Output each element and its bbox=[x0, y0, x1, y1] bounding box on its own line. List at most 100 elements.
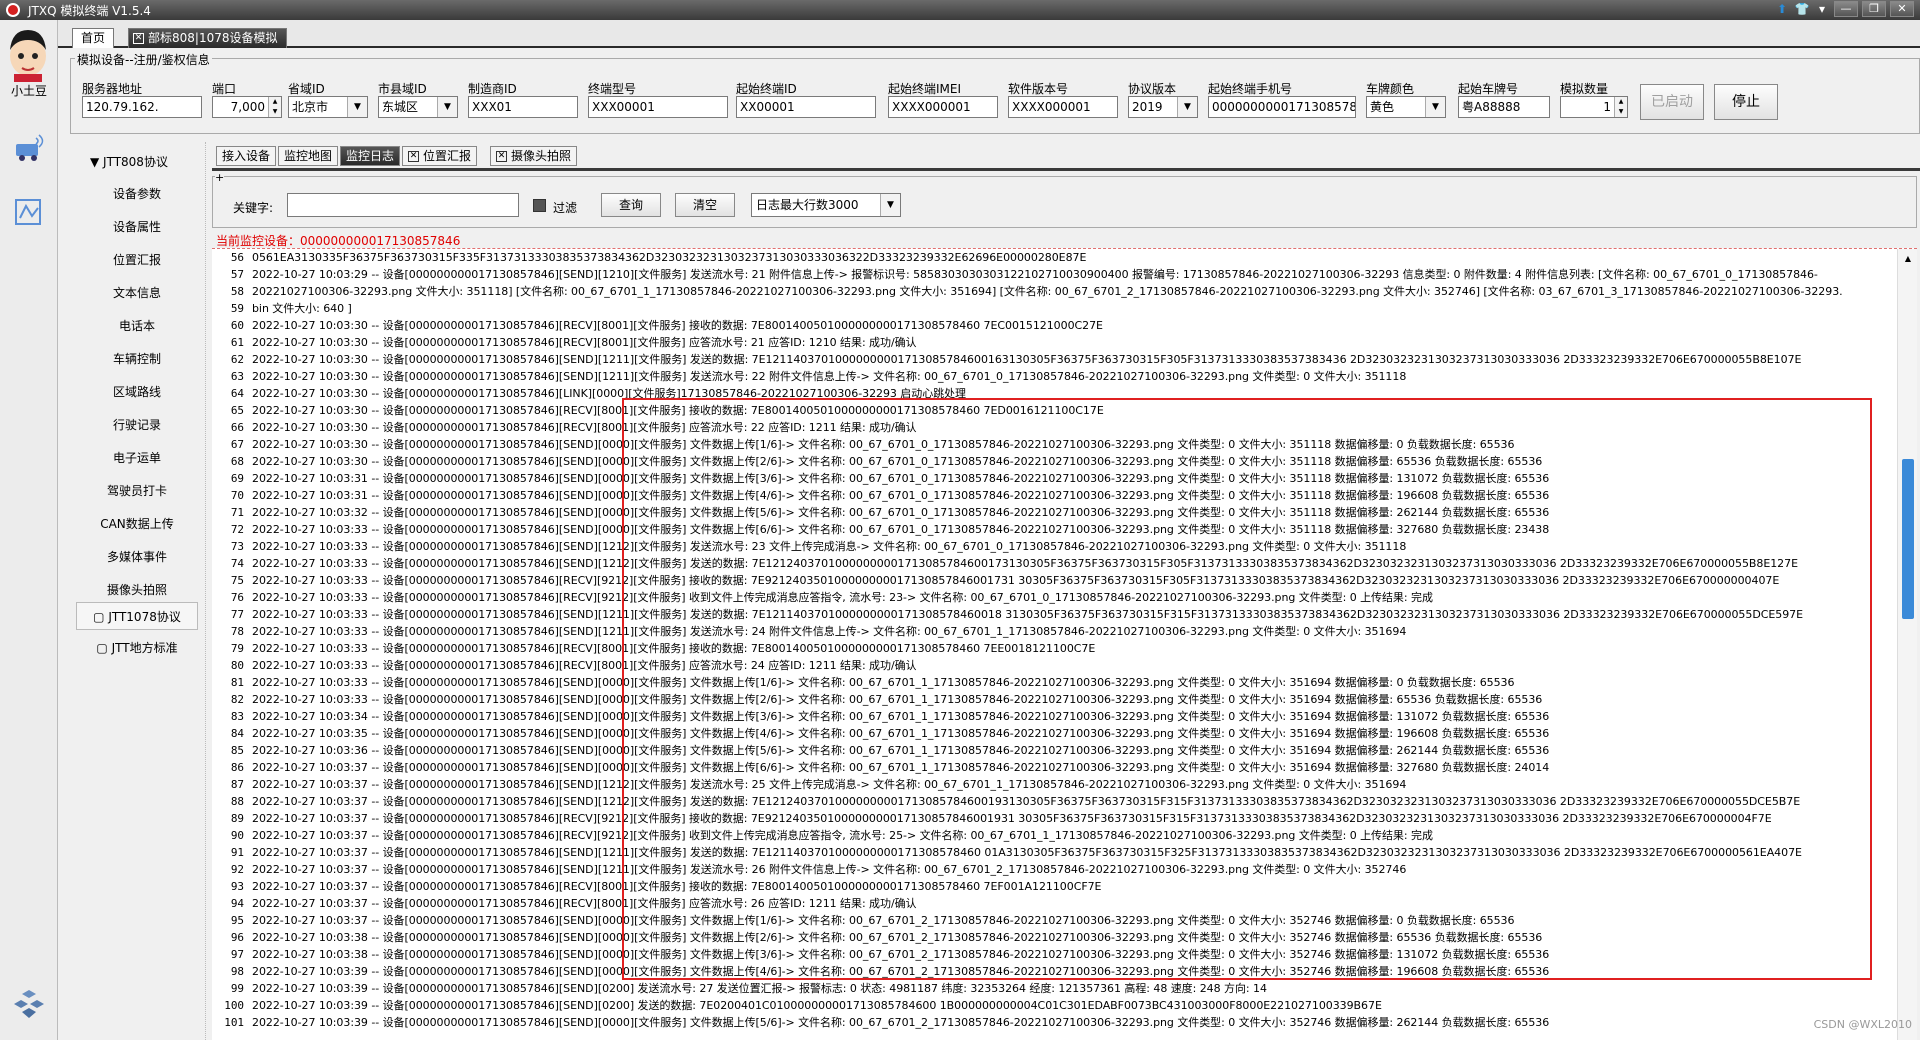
skin-icon[interactable]: 👕 bbox=[1794, 1, 1810, 17]
chevron-down-icon[interactable]: ▼ bbox=[347, 97, 367, 117]
close-tab-icon[interactable]: ✕ bbox=[408, 151, 419, 162]
register-input[interactable]: XXXX000001 bbox=[888, 96, 998, 118]
log-text: 2022-10-27 10:03:32 -- 设备[00000000001713… bbox=[252, 506, 1550, 519]
scroll-up-icon[interactable]: ▲ bbox=[1900, 251, 1916, 267]
expand-icon[interactable]: + bbox=[215, 171, 225, 184]
protocol-item[interactable]: 设备参数 bbox=[76, 180, 198, 208]
register-input[interactable]: XXX00001 bbox=[588, 96, 728, 118]
register-input[interactable]: XXXX000001 bbox=[1008, 96, 1118, 118]
register-field: 起始终端手机号 000000000017130857846 bbox=[1208, 80, 1356, 118]
log-row: 98 2022-10-27 10:03:39 -- 设备[000000000017… bbox=[212, 963, 1892, 980]
max-rows-select[interactable]: 日志最大行数3000 ▼ bbox=[751, 193, 901, 217]
register-input[interactable]: XX00001 bbox=[736, 96, 876, 118]
register-select[interactable]: 2019 ▼ bbox=[1128, 96, 1198, 118]
protocol-item[interactable]: 行驶记录 bbox=[76, 411, 198, 439]
register-select[interactable]: 黄色 ▼ bbox=[1366, 96, 1446, 118]
pin-icon[interactable]: ⬆ bbox=[1774, 1, 1790, 17]
chevron-down-icon[interactable]: ▼ bbox=[880, 194, 900, 216]
scroll-thumb[interactable] bbox=[1902, 459, 1914, 619]
tab-device-sim[interactable]: ✕ 部标808|1078设备模拟 bbox=[128, 28, 287, 48]
spinner-icon[interactable]: ▲ ▼ bbox=[1614, 97, 1627, 117]
log-row: 97 2022-10-27 10:03:38 -- 设备[000000000017… bbox=[212, 946, 1892, 963]
register-input[interactable]: 1 ▲ ▼ bbox=[1560, 96, 1628, 118]
menu-icon[interactable]: ▾ bbox=[1814, 1, 1830, 17]
register-field: 终端型号 XXX00001 bbox=[588, 80, 728, 118]
log-line-number: 75 bbox=[230, 574, 244, 587]
register-field-value: 120.79.162. bbox=[86, 100, 159, 114]
log-text: 0561EA3130335F36375F363730315F335F313731… bbox=[252, 251, 1087, 264]
keyword-input[interactable] bbox=[287, 193, 519, 217]
log-line-number: 64 bbox=[230, 387, 244, 400]
protocol-item[interactable]: 电话本 bbox=[76, 312, 198, 340]
register-input[interactable]: XXX01 bbox=[468, 96, 578, 118]
log-row: 59 bin 文件大小: 640 ] bbox=[212, 300, 1892, 317]
log-text: 2022-10-27 10:03:39 -- 设备[00000000001713… bbox=[252, 999, 1382, 1012]
log-line-number: 87 bbox=[230, 778, 244, 791]
register-field-label: 起始车牌号 bbox=[1458, 82, 1519, 96]
tab-position-report[interactable]: ✕ 位置汇报 bbox=[402, 146, 478, 166]
spinner-icon[interactable]: ▲ ▼ bbox=[268, 97, 281, 117]
log-row: 56 0561EA3130335F36375F363730315F335F3137… bbox=[212, 249, 1892, 266]
tab-home[interactable]: 首页 bbox=[72, 28, 115, 48]
log-row: 90 2022-10-27 10:03:37 -- 设备[000000000017… bbox=[212, 827, 1892, 844]
avatar[interactable] bbox=[4, 26, 52, 82]
register-field-value: 2019 bbox=[1132, 100, 1163, 114]
register-select[interactable]: 北京市 ▼ bbox=[288, 96, 368, 118]
tab-monitor-map[interactable]: 监控地图 bbox=[278, 146, 339, 166]
register-field-label: 起始终端IMEI bbox=[888, 82, 962, 96]
log-line-number: 93 bbox=[230, 880, 244, 893]
register-input[interactable]: 000000000017130857846 bbox=[1208, 96, 1356, 118]
map-icon[interactable] bbox=[12, 196, 46, 228]
log-row: 83 2022-10-27 10:03:34 -- 设备[000000000017… bbox=[212, 708, 1892, 725]
jtt808-label: JTT808协议 bbox=[103, 155, 168, 169]
log-line-number: 88 bbox=[230, 795, 244, 808]
chevron-down-icon[interactable]: ▼ bbox=[437, 97, 457, 117]
protocol-item[interactable]: 驾驶员打卡 bbox=[76, 477, 198, 505]
protocol-item[interactable]: 位置汇报 bbox=[76, 246, 198, 274]
filter-checkbox[interactable] bbox=[533, 199, 546, 212]
log-line-number: 81 bbox=[230, 676, 244, 689]
protocol-item[interactable]: 区域路线 bbox=[76, 378, 198, 406]
tab-monitor-log[interactable]: 监控日志 bbox=[340, 146, 401, 166]
protocol-item[interactable]: 文本信息 bbox=[76, 279, 198, 307]
log-line-number: 70 bbox=[230, 489, 244, 502]
protocol-item[interactable]: 摄像头拍照 bbox=[76, 576, 198, 604]
tab-access-device[interactable]: 接入设备 bbox=[216, 146, 277, 166]
register-input[interactable]: 粤A88888 bbox=[1458, 96, 1550, 118]
started-button[interactable]: 已启动 bbox=[1640, 84, 1704, 120]
protocol-item[interactable]: 车辆控制 bbox=[76, 345, 198, 373]
jtt808-node[interactable]: ▼ JTT808协议 bbox=[76, 148, 198, 176]
register-select[interactable]: 东城区 ▼ bbox=[378, 96, 458, 118]
cubes-icon[interactable] bbox=[12, 988, 46, 1020]
log-row: 95 2022-10-27 10:03:37 -- 设备[000000000017… bbox=[212, 912, 1892, 929]
chevron-down-icon[interactable]: ▼ bbox=[1177, 97, 1197, 117]
restore-button[interactable]: ❐ bbox=[1862, 1, 1886, 17]
register-field-label: 模拟数量 bbox=[1560, 82, 1609, 96]
log-row: 96 2022-10-27 10:03:38 -- 设备[000000000017… bbox=[212, 929, 1892, 946]
vehicle-icon[interactable] bbox=[12, 132, 46, 164]
protocol-item[interactable]: CAN数据上传 bbox=[76, 510, 198, 538]
minimize-button[interactable]: — bbox=[1834, 1, 1858, 17]
log-row: 73 2022-10-27 10:03:33 -- 设备[000000000017… bbox=[212, 538, 1892, 555]
register-input[interactable]: 7,000 ▲ ▼ bbox=[212, 96, 282, 118]
protocol-item[interactable]: 设备属性 bbox=[76, 213, 198, 241]
close-tab-icon[interactable]: ✕ bbox=[496, 151, 507, 162]
chevron-down-icon[interactable]: ▼ bbox=[1425, 97, 1445, 117]
log-line-number: 67 bbox=[230, 438, 244, 451]
log-line-number: 57 bbox=[230, 268, 244, 281]
tab-position-report-label: 位置汇报 bbox=[423, 149, 472, 163]
close-button[interactable]: ✕ bbox=[1890, 1, 1914, 17]
protocol-item[interactable]: 多媒体事件 bbox=[76, 543, 198, 571]
close-tab-icon[interactable]: ✕ bbox=[133, 33, 144, 44]
tab-camera-capture[interactable]: ✕ 摄像头拍照 bbox=[490, 146, 578, 166]
query-button[interactable]: 查询 bbox=[601, 193, 661, 217]
clear-button[interactable]: 清空 bbox=[675, 193, 735, 217]
stop-button[interactable]: 停止 bbox=[1714, 84, 1778, 120]
log-text: 2022-10-27 10:03:30 -- 设备[00000000001713… bbox=[252, 353, 1802, 366]
jtt1078-node[interactable]: ▢ JTT1078协议 bbox=[76, 602, 198, 630]
register-field: 模拟数量 1 ▲ ▼ bbox=[1560, 80, 1628, 118]
log-scrollbar[interactable]: ▲ bbox=[1897, 249, 1917, 1040]
register-input[interactable]: 120.79.162. bbox=[82, 96, 202, 118]
jtt-local-node[interactable]: ▢ JTT地方标准 bbox=[76, 634, 198, 662]
protocol-item[interactable]: 电子运单 bbox=[76, 444, 198, 472]
